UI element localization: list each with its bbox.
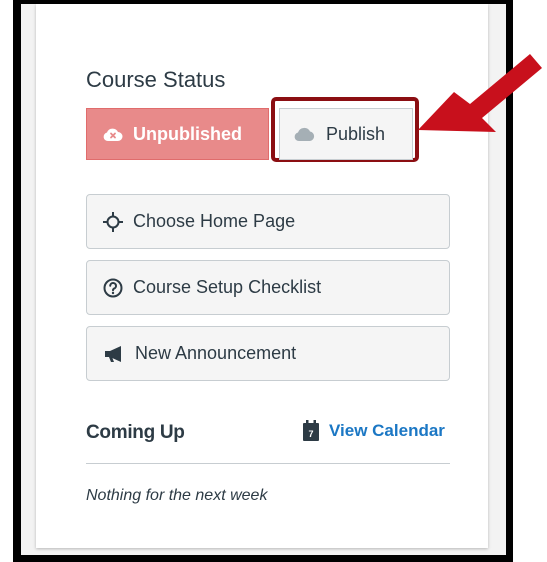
coming-up-title: Coming Up — [86, 422, 185, 443]
new-announcement-label: New Announcement — [135, 343, 297, 363]
publish-label: Publish — [326, 123, 386, 144]
target-icon — [103, 211, 123, 232]
calendar-icon-day: 7 — [308, 429, 313, 439]
red-arrow-annotation — [418, 54, 542, 132]
unpublished-label: Unpublished — [133, 123, 242, 144]
choose-home-page-button[interactable]: Choose Home Page — [86, 194, 450, 249]
view-calendar-link[interactable]: 7 View Calendar — [302, 420, 445, 442]
course-setup-checklist-button[interactable]: Course Setup Checklist — [86, 260, 450, 315]
cloud-icon — [294, 127, 315, 142]
coming-up-divider — [86, 463, 450, 464]
new-announcement-button[interactable]: New Announcement — [86, 326, 450, 381]
question-circle-icon — [103, 278, 123, 297]
course-status-title: Course Status — [86, 67, 226, 92]
cloud-x-icon — [103, 128, 123, 142]
choose-home-page-label: Choose Home Page — [133, 211, 296, 231]
course-setup-checklist-label: Course Setup Checklist — [133, 277, 322, 297]
megaphone-icon — [105, 345, 121, 362]
view-calendar-label: View Calendar — [329, 421, 445, 440]
coming-up-empty-text: Nothing for the next week — [86, 487, 268, 504]
unpublished-button[interactable]: Unpublished — [86, 108, 269, 160]
publish-button[interactable]: Publish — [279, 108, 413, 160]
calendar-icon: 7 — [303, 420, 319, 441]
